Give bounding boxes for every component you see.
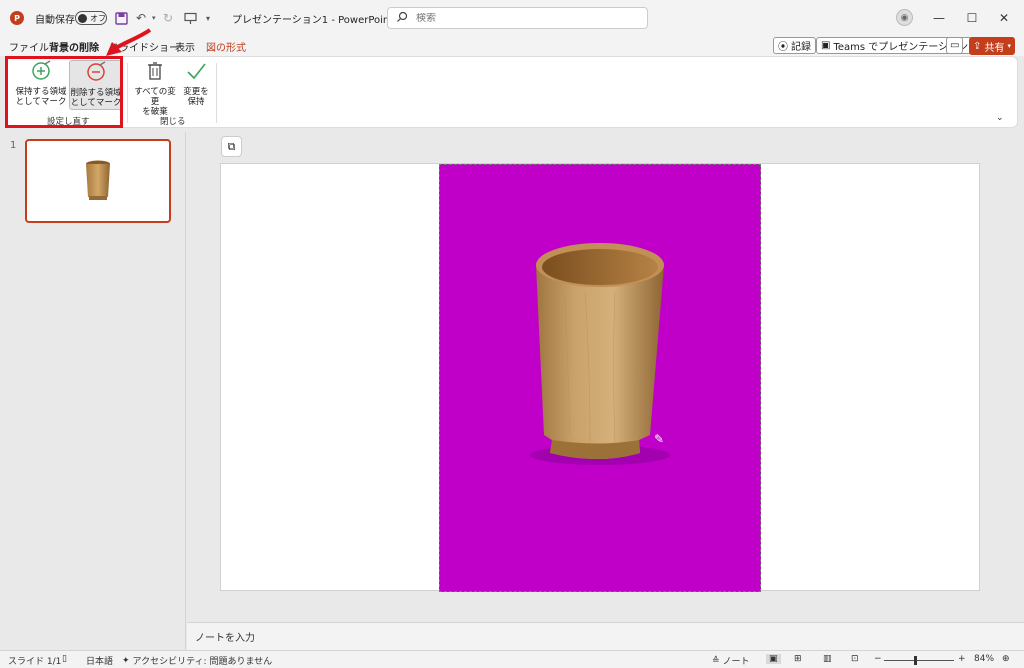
ribbon-tabs: ファイル 背景の削除 スライドショー 表示 図の形式 ⦿ 記録 ▣ Teams でプ… bbox=[0, 36, 1024, 56]
discard-all-changes-button[interactable]: すべての変更 を破棄 bbox=[130, 60, 180, 117]
account-avatar-icon[interactable]: ◉ bbox=[896, 9, 913, 26]
autosave-toggle[interactable]: オフ bbox=[75, 0, 107, 36]
share-label: 共有 bbox=[984, 42, 1005, 54]
slide-number: 1 bbox=[10, 140, 17, 151]
group-divider bbox=[216, 63, 217, 123]
notes-toggle-label: ノート bbox=[722, 657, 750, 667]
search-input[interactable] bbox=[416, 12, 616, 24]
document-title: プレゼンテーション1 - PowerPoint bbox=[232, 14, 394, 26]
collapse-ribbon-icon[interactable]: ⌄ bbox=[996, 113, 1004, 123]
zoom-level[interactable]: 84% bbox=[974, 654, 994, 664]
group-label-close: 閉じる bbox=[160, 117, 186, 127]
keep-changes-label-1: 変更を bbox=[183, 87, 209, 97]
tab-background-removal[interactable]: 背景の削除 bbox=[49, 39, 99, 54]
zoom-in-icon[interactable]: + bbox=[958, 654, 966, 664]
record-button[interactable]: ⦿ 記録 bbox=[773, 37, 816, 54]
slide-sorter-view-icon[interactable]: ⊞ bbox=[794, 654, 802, 664]
normal-view-icon[interactable]: ▣ bbox=[766, 654, 781, 664]
pencil-cursor-icon: ✎ bbox=[654, 432, 665, 446]
notes-toggle-button[interactable]: ≙ ノート bbox=[712, 654, 750, 668]
accessibility-status[interactable]: ✦ アクセシビリティ: 問題ありません bbox=[122, 654, 273, 668]
background-removal-image[interactable] bbox=[439, 164, 761, 592]
share-icon: ⇪ bbox=[973, 40, 982, 52]
teams-icon: ▣ bbox=[821, 40, 831, 51]
reading-view-icon[interactable]: ▥ bbox=[823, 654, 832, 664]
title-bar: P 自動保存 オフ ↶ ▾ ↻ ▾ プレゼンテーション1 - PowerPoin… bbox=[0, 0, 1024, 36]
group-divider bbox=[127, 63, 128, 123]
wooden-cup-image bbox=[530, 243, 670, 465]
annotation-arrow-icon bbox=[106, 28, 152, 56]
search-box[interactable] bbox=[387, 7, 648, 29]
trash-icon bbox=[144, 60, 166, 87]
customize-toolbar-icon[interactable]: ▾ bbox=[206, 0, 210, 36]
autosave-label: 自動保存 bbox=[35, 14, 75, 26]
record-icon: ⦿ bbox=[778, 42, 788, 53]
tab-file[interactable]: ファイル bbox=[9, 39, 49, 54]
slide-thumbnail-pane: 1 bbox=[0, 132, 186, 650]
tab-picture-format[interactable]: 図の形式 bbox=[206, 39, 246, 54]
comment-icon: ▭ bbox=[950, 40, 960, 51]
checkmark-icon bbox=[185, 60, 207, 87]
slide-counter: スライド 1/1 bbox=[8, 657, 62, 667]
discard-label-1: すべての変更 bbox=[134, 87, 176, 107]
ribbon: 保持する領域 としてマーク 削除する領域 としてマーク 設定し直す すべての変更… bbox=[6, 56, 1018, 128]
notes-pane[interactable]: ノートを入力 bbox=[187, 622, 1024, 650]
slideshow-view-icon[interactable]: ⊡ bbox=[851, 654, 859, 664]
toggle-knob bbox=[78, 13, 87, 23]
status-bar: スライド 1/1 ▯ 日本語 ✦ アクセシビリティ: 問題ありません ≙ ノート… bbox=[0, 650, 1024, 668]
comments-button[interactable]: ▭ bbox=[946, 37, 964, 54]
zoom-out-icon[interactable]: − bbox=[874, 654, 882, 664]
share-dropdown-icon: ▾ bbox=[1007, 42, 1011, 50]
accessibility-icon: ✦ bbox=[122, 655, 130, 666]
language-indicator[interactable]: 日本語 bbox=[86, 654, 113, 667]
designer-icon[interactable]: ⧉ bbox=[221, 136, 242, 157]
slide-canvas[interactable] bbox=[220, 163, 980, 592]
cup-thumbnail-image bbox=[86, 160, 110, 200]
fit-to-window-icon[interactable]: ⊕ bbox=[1002, 654, 1010, 664]
redo-icon[interactable]: ↻ bbox=[163, 0, 173, 36]
annotation-highlight-box bbox=[5, 56, 123, 128]
powerpoint-logo-icon: P bbox=[10, 0, 24, 36]
notes-icon: ≙ bbox=[712, 655, 720, 666]
zoom-slider[interactable] bbox=[884, 660, 954, 661]
slide-thumbnail[interactable] bbox=[25, 139, 171, 223]
share-button[interactable]: ⇪ 共有 ▾ bbox=[969, 37, 1015, 55]
present-from-start-icon[interactable] bbox=[184, 0, 197, 36]
record-label: 記録 bbox=[791, 42, 811, 53]
autosave-state: オフ bbox=[90, 13, 106, 23]
tab-view[interactable]: 表示 bbox=[175, 39, 195, 54]
notes-placeholder: ノートを入力 bbox=[195, 633, 255, 644]
keep-changes-label-2: 保持 bbox=[187, 97, 205, 107]
close-icon[interactable]: ✕ bbox=[994, 8, 1014, 28]
maximize-icon[interactable]: ☐ bbox=[962, 8, 982, 28]
spellcheck-icon[interactable]: ▯ bbox=[62, 654, 67, 664]
search-icon bbox=[396, 11, 408, 26]
undo-dropdown-icon[interactable]: ▾ bbox=[152, 0, 156, 36]
keep-changes-button[interactable]: 変更を 保持 bbox=[181, 60, 211, 110]
accessibility-label: アクセシビリティ: 問題ありません bbox=[132, 657, 273, 667]
minimize-icon[interactable]: — bbox=[929, 8, 949, 28]
zoom-slider-thumb[interactable] bbox=[914, 656, 917, 665]
